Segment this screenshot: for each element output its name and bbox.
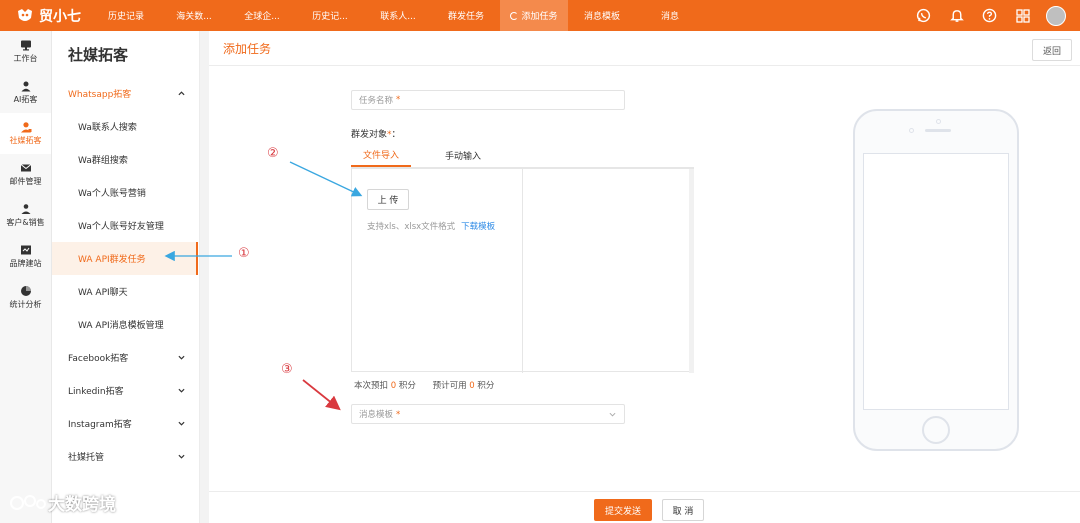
top-tab-6[interactable]: 添加任务 — [500, 0, 568, 31]
chevron-down-icon — [178, 388, 185, 393]
app-name: 贸小七 — [39, 8, 81, 25]
grid-icon[interactable] — [1006, 8, 1039, 23]
tab-manual-input[interactable]: 手动输入 — [433, 144, 493, 167]
pie-icon — [20, 286, 31, 296]
panel-divider — [522, 169, 523, 373]
rail-item-0[interactable]: 工作台 — [0, 31, 51, 72]
top-tab-0[interactable]: 历史记录 — [92, 0, 160, 31]
scrollbar[interactable] — [689, 169, 694, 373]
chevron-down-icon — [178, 355, 185, 360]
rail-item-4[interactable]: 客户&销售 — [0, 195, 51, 236]
site-icon — [20, 245, 31, 255]
logo-icon — [18, 8, 32, 21]
chevron-down-icon — [178, 454, 185, 459]
group-label: Whatsapp拓客 — [68, 90, 132, 100]
top-nav: 历史记录 海关数... 全球企... 历史记... 联系人... 群发任务 添加任务 消息模板… — [92, 0, 704, 31]
phone-screen — [863, 153, 1009, 410]
footer-bar: 提交发送 取 消 — [209, 491, 1080, 523]
rail-item-3[interactable]: 邮件管理 — [0, 154, 51, 195]
upload-hint: 支持xls、xlsx文件格式 下载模板 — [367, 222, 496, 232]
top-tab-7[interactable]: 消息模板 — [568, 0, 636, 31]
top-tab-5[interactable]: 群发任务 — [432, 0, 500, 31]
annotation-1: ① — [238, 246, 250, 261]
download-template-link[interactable]: 下载模板 — [461, 222, 495, 232]
points-deducted: 0 — [390, 381, 397, 391]
top-tab-8[interactable]: 消息 — [636, 0, 704, 31]
phone-sensor — [909, 128, 914, 133]
mail-icon — [20, 164, 31, 172]
points-summary: 本次预扣 0 积分 预计可用 0 积分 — [354, 381, 495, 391]
watermark: 大数跨境 — [8, 490, 116, 515]
group-1[interactable]: Linkedin拓客 — [52, 374, 199, 407]
group-whatsapp[interactable]: Whatsapp拓客 — [52, 77, 199, 110]
phone-preview — [853, 109, 1019, 451]
main-panel: 添加任务 返回 任务名称 * 群发对象*： 文件导入 手动输入 上 传 支持xls… — [209, 31, 1080, 523]
refresh-icon — [510, 11, 519, 20]
annotation-3: ③ — [281, 362, 293, 377]
phone-speaker — [925, 129, 951, 132]
watermark-logo-icon — [10, 494, 46, 510]
points-available: 0 — [469, 381, 475, 391]
subnav-item-0[interactable]: Wa联系人搜索 — [52, 110, 199, 143]
submit-button[interactable]: 提交发送 — [594, 499, 652, 521]
subnav-title: 社媒拓客 — [68, 45, 129, 64]
annotation-2: ② — [267, 146, 279, 161]
chevron-up-icon — [178, 91, 185, 96]
back-button[interactable]: 返回 — [1032, 39, 1072, 61]
task-name-placeholder: 任务名称 — [359, 96, 394, 106]
group-2[interactable]: Instagram拓客 — [52, 407, 199, 440]
target-tabs: 文件导入 手动输入 — [351, 144, 694, 168]
group-0[interactable]: Facebook拓客 — [52, 341, 199, 374]
monitor-icon — [20, 40, 31, 51]
people-icon — [21, 204, 30, 214]
chevron-down-icon — [609, 412, 616, 416]
template-select[interactable]: 消息模板 * — [351, 404, 625, 424]
help-icon[interactable] — [973, 8, 1006, 23]
chevron-down-icon — [178, 421, 185, 426]
top-tab-3[interactable]: 历史记... — [296, 0, 364, 31]
icon-rail: 工作台 AI拓客 社媒拓客 邮件管理 客户&销售 品牌建站 统计分析 — [0, 31, 52, 523]
top-tab-4[interactable]: 联系人... — [364, 0, 432, 31]
tab-file-import[interactable]: 文件导入 — [351, 144, 411, 167]
page-title: 添加任务 — [209, 31, 1080, 66]
subnav-item-3[interactable]: Wa个人账号好友管理 — [52, 209, 199, 242]
app-logo[interactable]: 贸小七 — [0, 6, 92, 26]
whatsapp-icon[interactable] — [907, 8, 940, 23]
upload-panel: 上 传 支持xls、xlsx文件格式 下载模板 — [351, 168, 694, 373]
subnav-item-1[interactable]: Wa群组搜索 — [52, 143, 199, 176]
task-name-input[interactable]: 任务名称 * — [351, 90, 625, 110]
rail-item-1[interactable]: AI拓客 — [0, 72, 51, 113]
rail-item-6[interactable]: 统计分析 — [0, 277, 51, 318]
upload-button[interactable]: 上 传 — [367, 189, 409, 210]
subnav-item-4[interactable]: WA API群发任务 — [52, 242, 198, 275]
top-bar: 贸小七 历史记录 海关数... 全球企... 历史记... 联系人... 群发任务 添加任务… — [0, 0, 1080, 31]
template-placeholder: 消息模板 — [359, 410, 394, 420]
group-3[interactable]: 社媒托管 — [52, 440, 199, 473]
top-tab-1[interactable]: 海关数... — [160, 0, 228, 31]
phone-home-button — [922, 416, 950, 444]
sub-sidebar: 社媒拓客 Whatsapp拓客 Wa联系人搜索 Wa群组搜索 Wa个人账号营销 Wa个… — [52, 31, 200, 523]
target-label: 群发对象*： — [351, 130, 401, 140]
subnav-item-2[interactable]: Wa个人账号营销 — [52, 176, 199, 209]
phone-camera — [936, 119, 941, 124]
subnav-item-6[interactable]: WA API消息模板管理 — [52, 308, 199, 341]
bell-icon[interactable] — [940, 8, 973, 23]
cancel-button[interactable]: 取 消 — [662, 499, 704, 521]
rail-item-5[interactable]: 品牌建站 — [0, 236, 51, 277]
top-tab-2[interactable]: 全球企... — [228, 0, 296, 31]
avatar[interactable] — [1045, 5, 1066, 26]
ai-icon — [21, 81, 30, 92]
rail-item-2[interactable]: 社媒拓客 — [0, 113, 51, 154]
subnav-item-5[interactable]: WA API聊天 — [52, 275, 199, 308]
user-icon — [20, 122, 31, 133]
